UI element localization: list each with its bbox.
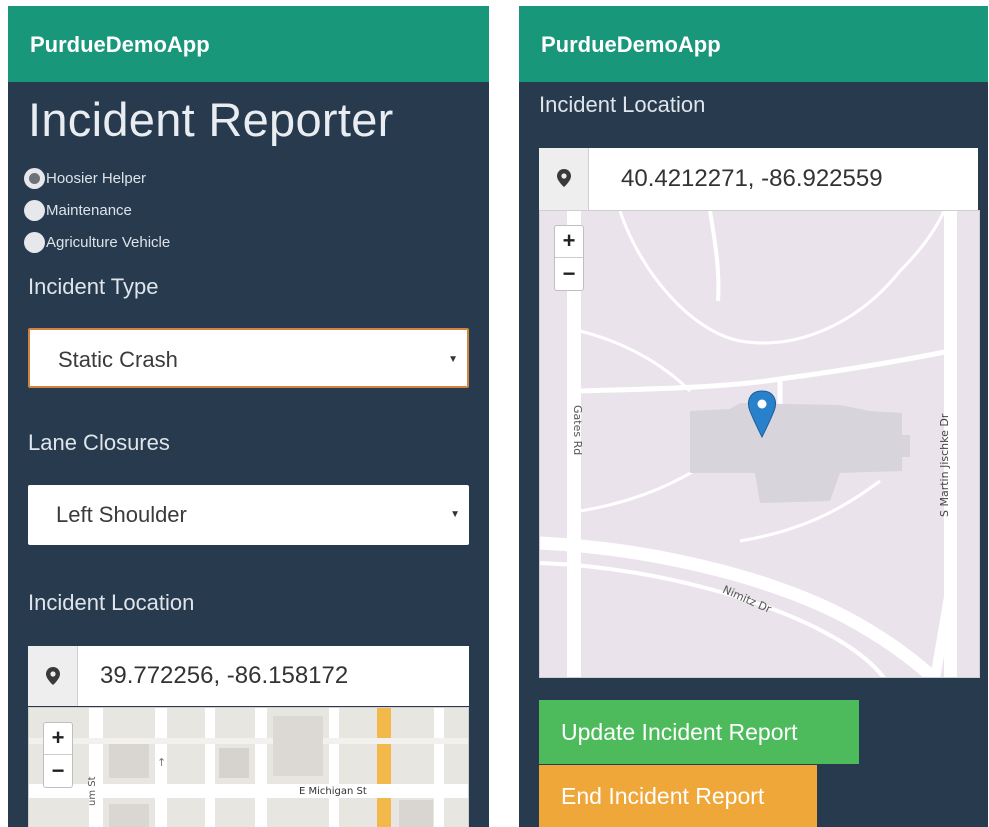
app-brand[interactable]: PurdueDemoApp <box>541 32 721 58</box>
street-label: S Martin Jischke Dr <box>938 413 951 517</box>
incident-type-select[interactable]: Static Crash ▼ <box>28 328 469 388</box>
incident-location-screen: PurdueDemoApp Incident Location 40.42122… <box>519 6 988 827</box>
navbar: PurdueDemoApp <box>519 6 988 82</box>
map-zoom-control: + − <box>554 225 584 291</box>
lane-closures-select[interactable]: Left Shoulder ▼ <box>28 485 469 545</box>
zoom-in-button[interactable]: + <box>555 226 583 258</box>
app-brand[interactable]: PurdueDemoApp <box>30 32 210 58</box>
incident-type-value: Static Crash <box>58 347 178 372</box>
dropdown-caret-icon: ▼ <box>448 354 458 365</box>
lane-closures-label: Lane Closures <box>28 430 170 455</box>
zoom-in-button[interactable]: + <box>44 723 72 755</box>
radio-label: Hoosier Helper <box>46 170 147 187</box>
map-view[interactable]: Gates Rd S Martin Jischke Dr Nimitz Dr +… <box>539 210 980 678</box>
radio-label: Maintenance <box>46 202 132 219</box>
update-incident-report-button[interactable]: Update Incident Report <box>539 700 859 764</box>
radio-button[interactable] <box>24 200 45 221</box>
map-marker-icon <box>46 667 60 685</box>
radio-button[interactable] <box>24 232 45 253</box>
page-title: Incident Reporter <box>28 93 394 146</box>
map-tiles: ↑ <box>29 708 468 827</box>
zoom-out-button[interactable]: − <box>555 259 583 291</box>
zoom-out-button[interactable]: − <box>44 756 72 788</box>
location-input[interactable]: 39.772256, -86.158172 <box>100 662 348 690</box>
location-input-group: 40.4212271, -86.922559 <box>539 148 978 210</box>
map-marker-icon <box>557 169 571 187</box>
lane-closures-value: Left Shoulder <box>56 502 187 527</box>
location-input-group: 39.772256, -86.158172 <box>28 646 469 706</box>
end-incident-report-button[interactable]: End Incident Report <box>539 765 817 827</box>
svg-text:↑: ↑ <box>157 756 166 769</box>
location-addon <box>539 148 589 210</box>
incident-location-label: Incident Location <box>539 92 706 117</box>
incident-location-label: Incident Location <box>28 590 195 615</box>
dropdown-caret-icon: ▼ <box>450 509 460 520</box>
incident-type-label: Incident Type <box>28 274 159 299</box>
map-view[interactable]: ↑ E Michigan St um St + − <box>28 707 469 827</box>
location-addon <box>28 646 78 706</box>
radio-button-selected[interactable] <box>24 168 45 189</box>
street-label: Gates Rd <box>571 405 584 456</box>
street-label: um St <box>87 776 98 806</box>
street-label: E Michigan St <box>299 786 367 797</box>
radio-label: Agriculture Vehicle <box>46 234 171 251</box>
map-zoom-control: + − <box>43 722 73 788</box>
incident-reporter-screen: PurdueDemoApp Incident Reporter Hoosier … <box>8 6 489 827</box>
location-input[interactable]: 40.4212271, -86.922559 <box>621 165 883 193</box>
navbar: PurdueDemoApp <box>8 6 489 82</box>
